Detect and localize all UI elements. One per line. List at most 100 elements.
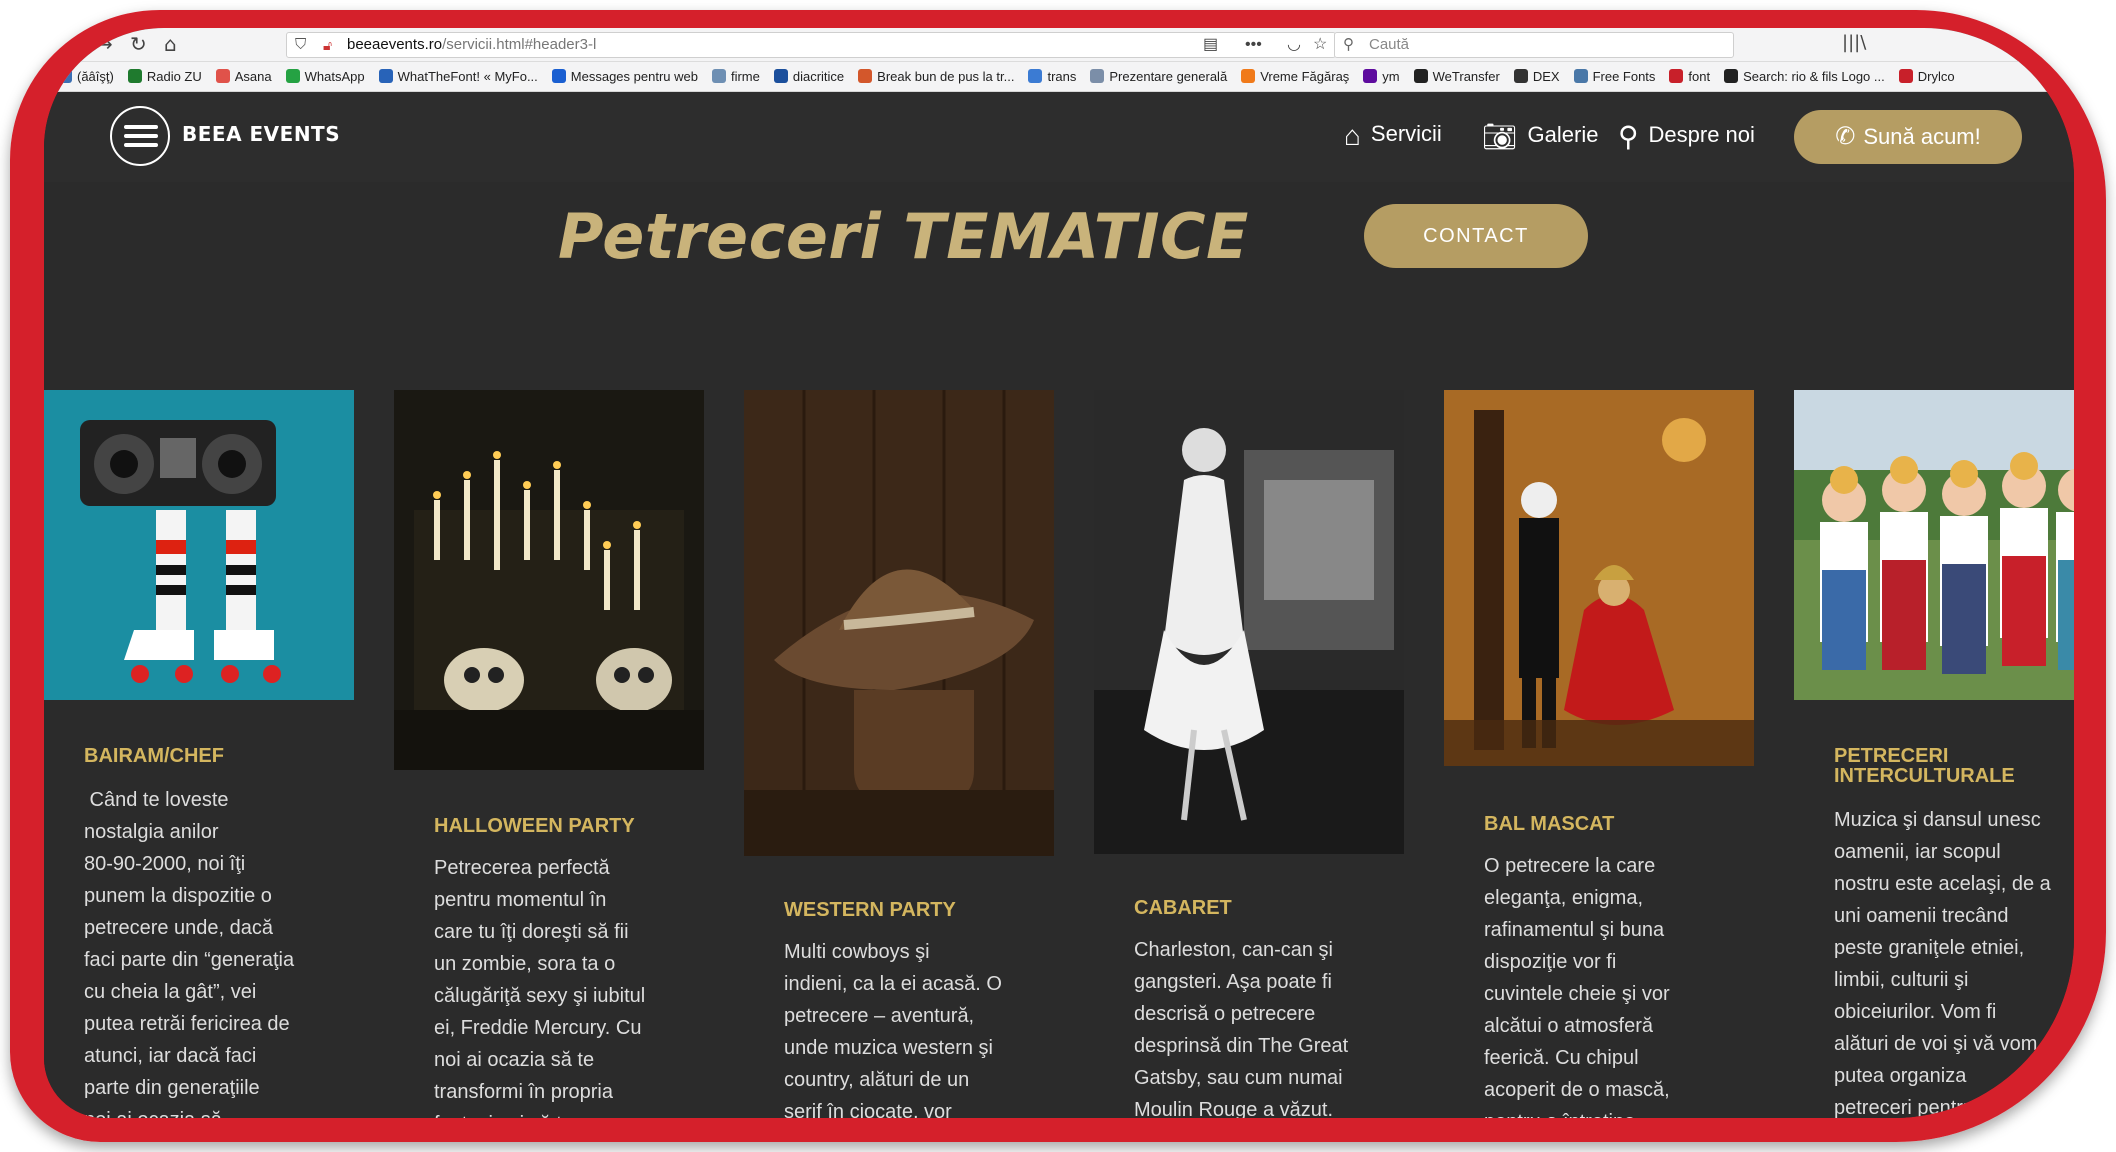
more-actions-icon[interactable]: ••• (1245, 33, 1262, 57)
bookmark-favicon-icon (1573, 69, 1588, 83)
bookmark-favicon-icon (711, 69, 726, 83)
card-western: WESTERN PARTY Multi cowboys şi indieni, c… (744, 390, 1054, 1118)
card-description-line: feerică. Cu chipul (1484, 1047, 1639, 1069)
bookmark-item[interactable]: ym (1363, 62, 1400, 91)
bookmark-item[interactable]: Search: rio & fils Logo ... (1724, 62, 1885, 91)
camera-icon: 📷︎ (1482, 121, 1518, 152)
card-description-line: faci parte din “generaţia (84, 949, 295, 971)
forward-arrow-icon[interactable]: → (96, 32, 113, 56)
card-description-line: atunci, iar dacă faci (84, 1045, 257, 1067)
card-description-line: putea retrăi fericirea de (84, 1013, 290, 1035)
card-image-roller-skates[interactable] (44, 390, 354, 700)
bookmark-item[interactable]: Drylco (1898, 62, 1955, 91)
card-image-dirndl[interactable] (1794, 390, 2074, 700)
card-description-line: country, alături de un (784, 1069, 970, 1091)
bookmark-favicon-icon (1669, 69, 1684, 83)
logo-text[interactable]: BEEA EVENTS (182, 122, 340, 146)
bookmark-item[interactable]: Radio ZU (127, 62, 202, 91)
bookmark-label: firme (730, 69, 760, 84)
card-image-western[interactable] (744, 390, 1054, 856)
shield-icon[interactable]: ⛉ (295, 33, 306, 57)
logo-icon[interactable] (110, 106, 170, 166)
card-description-line: Petrecerea perfectă (434, 857, 610, 879)
bookmark-favicon-icon (58, 69, 72, 83)
bookmark-favicon-icon (858, 69, 873, 83)
bookmark-item[interactable]: Asana (215, 62, 272, 91)
card-title: PETRECERI INTERCULTURALE (1834, 745, 2015, 787)
card-title: WESTERN PARTY (784, 899, 956, 921)
bookmark-item[interactable]: WhatTheFont! « MyFo... (378, 62, 538, 91)
bookmark-favicon-icon (1724, 69, 1739, 83)
card-description-line: parte din generaţiile (84, 1077, 260, 1099)
card-description-line: pentru momentul în (434, 889, 607, 911)
bookmark-star-icon[interactable]: ☆ (1313, 33, 1327, 57)
bookmark-label: diacritice (792, 69, 845, 84)
bookmark-label: trans (1047, 69, 1077, 84)
card-description-line: punem la dispozitie o (84, 885, 272, 907)
card-description-line: descrisă o petrecere (1134, 1003, 1316, 1025)
bookmark-label: Radio ZU (146, 69, 202, 84)
scroll-to-top-icon[interactable]: ︿ (1966, 1078, 2032, 1118)
bookmark-label: Free Fonts (1592, 69, 1656, 84)
search-input[interactable]: ⚲ Caută (1334, 32, 1734, 58)
phone-icon: ✆ (1835, 123, 1856, 150)
bookmark-favicon-icon (1028, 69, 1043, 83)
bookmark-favicon-icon (285, 69, 300, 83)
bookmark-label: Asana (234, 69, 272, 84)
bookmark-item[interactable]: diacritice (773, 62, 845, 91)
card-cabaret: CABARET Charleston, can-can şi gangsteri.… (1094, 390, 1404, 1118)
reload-icon[interactable]: ↻ (130, 32, 147, 56)
bookmark-item[interactable]: WeTransfer (1413, 62, 1500, 91)
card-description-line: pentru a întreţine (1484, 1106, 1670, 1118)
card-description: Multi cowboys şi indieni, ca la ei acasă.… (784, 936, 1002, 1118)
pocket-icon[interactable]: ◡ (1287, 33, 1301, 57)
card-image-masquerade[interactable] (1444, 390, 1754, 766)
card-description-line: cuvintele cheie şi vor (1484, 983, 1670, 1005)
bookmark-item[interactable]: Prezentare generală (1090, 62, 1227, 91)
card-description-line: petrecere unde, dacă (84, 917, 274, 939)
back-arrow-icon[interactable]: ← (62, 32, 79, 56)
bookmark-item[interactable]: WhatsApp (285, 62, 365, 91)
insecure-lock-icon[interactable]: 🔓︎ (323, 33, 332, 57)
bookmark-label: WhatTheFont! « MyFo... (397, 69, 538, 84)
bookmark-item[interactable]: Messages pentru web (551, 62, 698, 91)
bookmark-item[interactable]: DEX (1513, 62, 1560, 91)
card-description-line: fantezie şi să te (434, 1108, 645, 1118)
bookmark-label: ym (1382, 69, 1400, 84)
bookmark-favicon-icon (773, 69, 788, 83)
card-description-line: cu cheia la gât”, vei (84, 981, 257, 1003)
card-description-line: oamenii, iar scopul (1834, 841, 2001, 863)
bookmark-item[interactable]: Break bun de pus la tr... (858, 62, 1015, 91)
bookmark-item[interactable]: trans (1028, 62, 1077, 91)
bookmark-item[interactable]: font (1669, 62, 1710, 91)
card-description-line: Muzica şi dansul unesc (1834, 809, 2041, 831)
contact-button[interactable]: CONTACT (1364, 204, 1588, 268)
card-image-halloween[interactable] (394, 390, 704, 770)
card-description-line: petrecere – aventură, (784, 1005, 975, 1027)
card-description-line: 80-90-2000, noi îţi (84, 853, 246, 875)
bookmark-label: Break bun de pus la tr... (877, 69, 1015, 84)
nav-galerie[interactable]: 📷︎ Galerie (1482, 120, 1598, 153)
bookmark-item[interactable]: Vreme Făgăraş (1241, 62, 1349, 91)
bookmark-item[interactable]: (ăâîşţ) (58, 62, 114, 91)
card-description: Când te loveste nostalgia anilor 80-90-200… (84, 784, 294, 1118)
bookmark-label: WeTransfer (1432, 69, 1500, 84)
call-now-button[interactable]: ✆ Sună acum! (1794, 110, 2022, 164)
bookmark-label: Messages pentru web (570, 69, 698, 84)
nav-despre-noi[interactable]: ⚲ Despre noi (1618, 120, 1755, 153)
bookmark-item[interactable]: Free Fonts (1573, 62, 1656, 91)
home-icon[interactable]: ⌂ (164, 32, 177, 56)
card-title: HALLOWEEN PARTY (434, 815, 635, 837)
reader-view-icon[interactable]: ▤ (1203, 33, 1218, 57)
card-image-cabaret[interactable] (1094, 390, 1404, 854)
nav-servicii[interactable]: ⌂ Servicii (1344, 120, 1442, 152)
library-icon[interactable]: |||\ (1842, 32, 1866, 53)
home-icon: ⌂ (1344, 120, 1361, 151)
card-description-line: Gatsby, sau cum numai (1134, 1067, 1343, 1089)
card-description: Petrecerea perfectă pentru momentul în car… (434, 852, 645, 1118)
bookmark-item[interactable]: firme (711, 62, 760, 91)
card-description-line: eleganţa, enigma, (1484, 887, 1644, 909)
address-bar[interactable]: ⛉ 🔓︎ beeaevents.ro/servicii.html#header3… (286, 32, 1336, 58)
card-description-line: Charleston, can-can şi (1134, 939, 1333, 961)
card-description-line: Moulin Rouge a văzut. (1134, 1099, 1334, 1118)
